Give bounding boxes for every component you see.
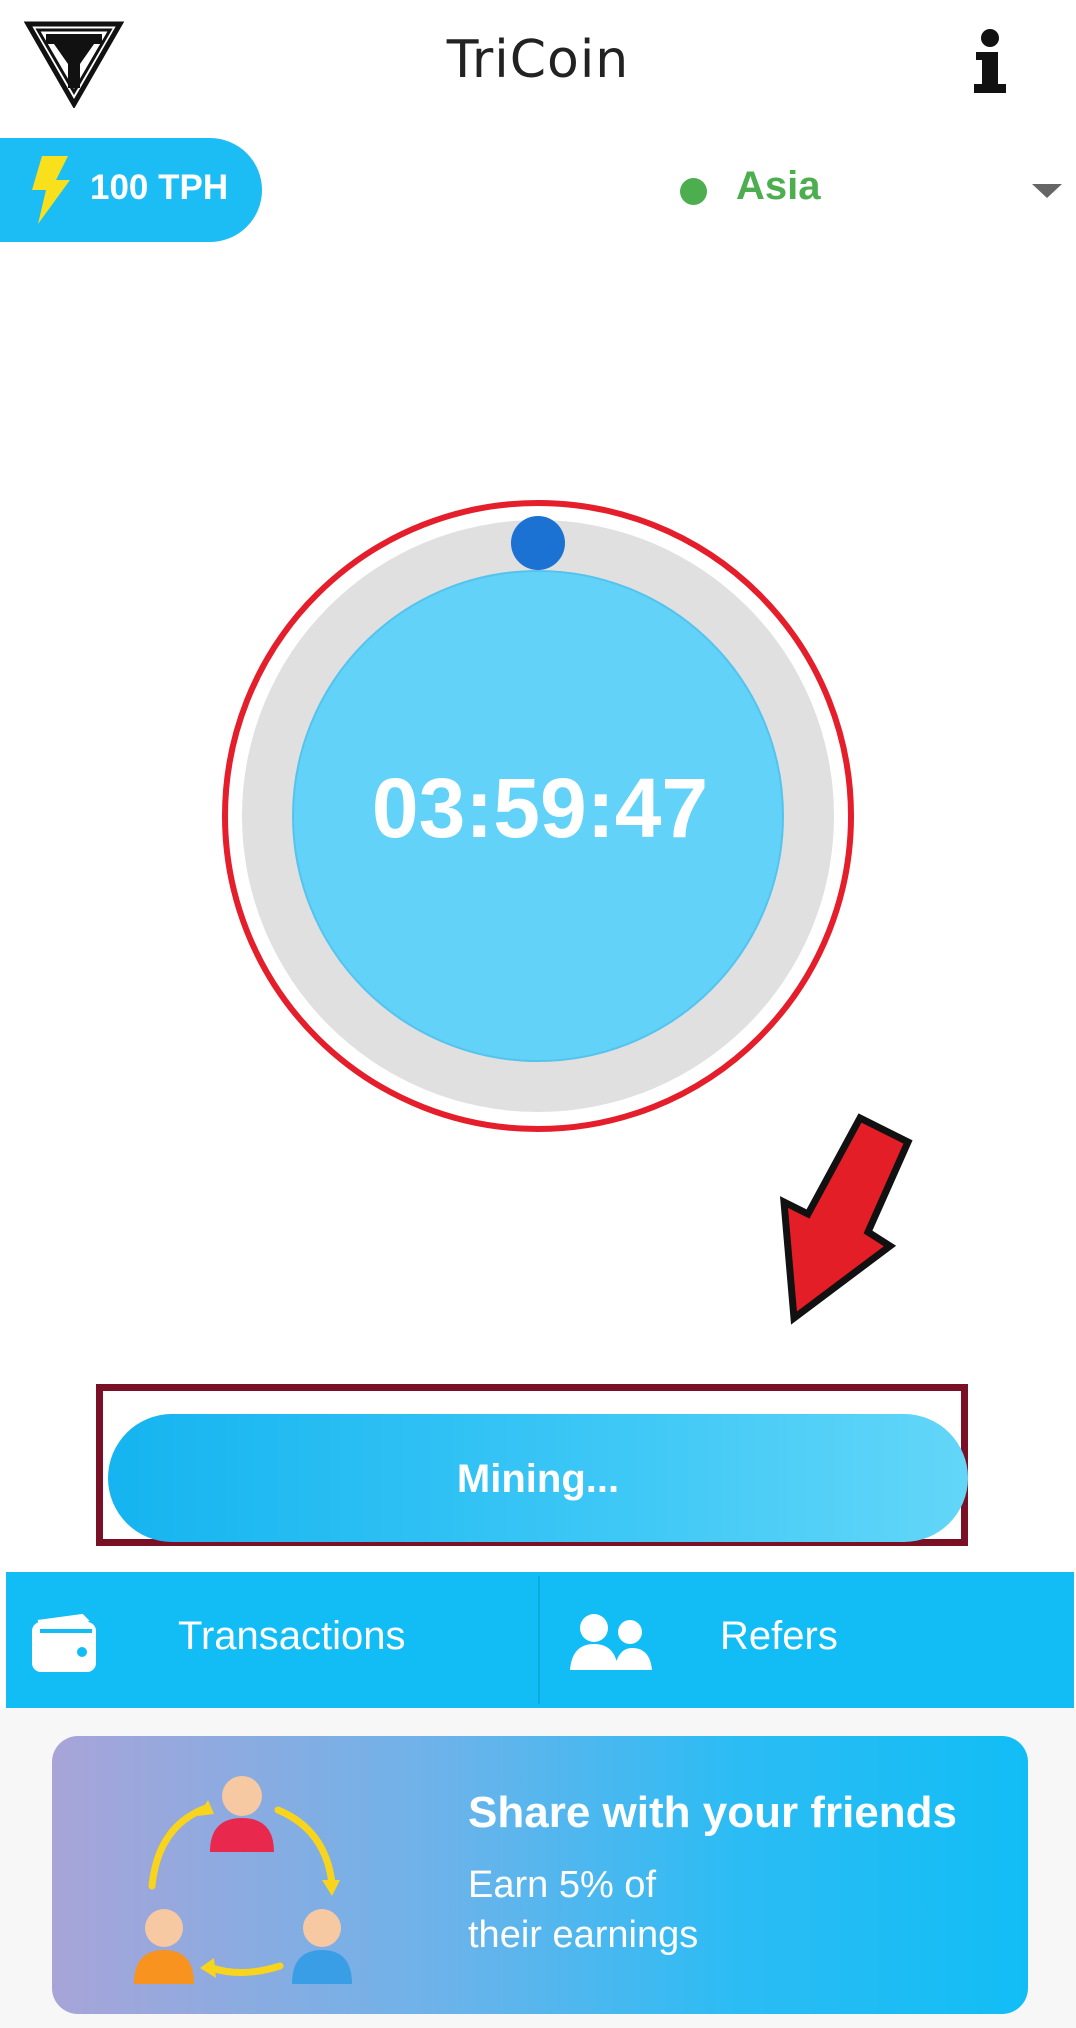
nav-item-transactions[interactable]: Transactions [6,1572,538,1708]
mining-button[interactable]: Mining... [108,1414,968,1542]
share-subtitle-line2: their earnings [468,1914,699,1956]
mining-rate-label: 100 TPH [90,168,229,207]
progress-knob [511,516,565,570]
bottom-nav: Transactions Refers [6,1572,1074,1708]
region-label: Asia [736,164,821,208]
caret-down-icon [1032,184,1062,198]
wallet-icon [32,1614,96,1672]
nav-transactions-label: Transactions [178,1614,406,1658]
region-dropdown[interactable]: Asia [680,160,1076,220]
nav-refers-label: Refers [720,1614,838,1658]
mining-timer: 03:59:47 [371,761,709,855]
lightning-bolt-icon [28,156,72,224]
nav-item-refers[interactable]: Refers [540,1572,1074,1708]
people-icon [570,1614,652,1670]
app-title: TriCoin [446,30,630,90]
status-dot [680,178,707,205]
referral-illustration-icon [134,1776,352,1984]
share-title: Share with your friends [468,1788,957,1837]
mining-rate-badge: 100 TPH [0,138,262,242]
share-banner[interactable]: Share with your friends Earn 5% of their… [52,1736,1028,2014]
info-icon[interactable] [960,28,1020,98]
annotation-arrow-icon [780,1113,913,1325]
share-subtitle-line1: Earn 5% of [468,1864,656,1906]
